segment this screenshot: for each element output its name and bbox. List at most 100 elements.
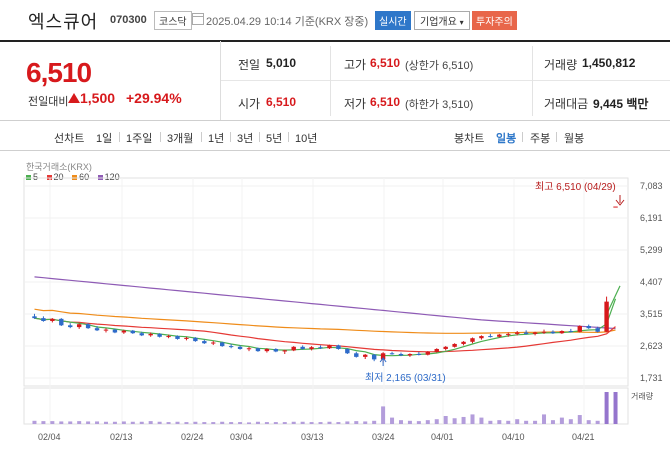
period-1w[interactable]: 1주일 xyxy=(126,130,152,146)
period-1d[interactable]: 1일 xyxy=(96,130,112,146)
amount-value: 9,445 백만 xyxy=(593,97,649,111)
candle-body xyxy=(157,333,162,337)
volume-bar xyxy=(130,421,135,424)
volume-bar xyxy=(577,415,582,424)
period-5y[interactable]: 5년 xyxy=(266,130,282,146)
volume-bar xyxy=(354,421,359,424)
candle-body xyxy=(532,332,538,334)
quote-col-divider xyxy=(532,46,533,116)
legend-swatch xyxy=(26,175,31,181)
y-tick-label: 1,731 xyxy=(640,373,663,383)
legend-ma20: 20 xyxy=(46,172,64,182)
candle-body xyxy=(112,329,118,333)
candle-body xyxy=(470,338,475,342)
volume-bar xyxy=(372,420,377,424)
period-sep xyxy=(230,132,231,142)
candle-body xyxy=(398,354,404,356)
candle-body xyxy=(416,354,422,355)
volume-bar xyxy=(112,421,117,424)
volume-bar xyxy=(32,420,37,424)
legend-ma20-label: 20 xyxy=(53,172,64,182)
candle-body xyxy=(407,354,413,356)
quote-col-divider xyxy=(330,46,331,116)
candle-body xyxy=(166,336,171,338)
volume-bar xyxy=(497,420,502,424)
min-price-label: 최저 2,165 (03/31) xyxy=(365,372,446,384)
x-tick-label: 02/04 xyxy=(38,432,61,442)
candle-body xyxy=(76,324,82,328)
realtime-button[interactable]: 실시간 xyxy=(375,11,411,30)
candle-body xyxy=(41,318,46,321)
min-arrow-icon xyxy=(379,357,387,366)
calendar-icon xyxy=(192,13,204,25)
candle-body xyxy=(541,331,547,333)
period-3y[interactable]: 3년 xyxy=(237,130,253,146)
candle-body xyxy=(550,331,556,334)
candle-body xyxy=(139,333,144,336)
volume-bar xyxy=(568,419,573,424)
y-tick-label: 7,083 xyxy=(640,181,663,191)
volume-bar xyxy=(247,422,252,424)
candle-body xyxy=(479,336,484,339)
ma120-line xyxy=(34,276,616,330)
y-tick-label: 2,623 xyxy=(640,341,663,351)
candle-body xyxy=(327,345,332,349)
candle-monthly[interactable]: 월봉 xyxy=(564,130,584,146)
volume-bar xyxy=(407,420,412,424)
ma60-line xyxy=(34,308,616,334)
volume-bar xyxy=(166,422,171,424)
period-3m[interactable]: 3개월 xyxy=(167,130,193,146)
volume-bar xyxy=(515,419,520,424)
change-label: 전일대비 xyxy=(28,96,69,108)
volume-bar xyxy=(390,417,395,424)
volume-bar xyxy=(86,421,91,424)
candle-body xyxy=(264,348,270,352)
x-tick-label: 02/24 xyxy=(181,432,204,442)
legend-swatch xyxy=(46,175,52,181)
volume-bar xyxy=(148,421,153,424)
upper-limit-note: (상한가 6,510) xyxy=(405,60,474,72)
candle-body xyxy=(309,347,314,349)
x-tick-label: 02/13 xyxy=(110,432,133,442)
candle-body xyxy=(461,341,466,344)
high-label: 고가 xyxy=(344,58,367,72)
company-overview-dropdown[interactable]: 기업개요 ▾ xyxy=(414,11,470,30)
volume-bar xyxy=(255,421,260,424)
period-10y[interactable]: 10년 xyxy=(295,130,317,146)
volume-bar xyxy=(506,420,511,424)
candle-body xyxy=(121,330,127,333)
ma20-line xyxy=(34,317,616,353)
candle-body xyxy=(237,346,243,349)
candle-weekly[interactable]: 주봉 xyxy=(530,130,550,146)
volume-bar xyxy=(50,421,55,424)
chart-axes: 7,083 6,191 5,299 4,407 3,515 2,623 1,731 최고 6,… xyxy=(38,181,663,442)
investment-caution-badge[interactable]: 투자주의 xyxy=(472,11,517,30)
volume-bar xyxy=(398,420,403,424)
ma5-line xyxy=(34,298,617,357)
candle-body xyxy=(506,333,511,335)
candle-daily[interactable]: 일봉 xyxy=(496,130,516,146)
volume-bar xyxy=(184,422,189,424)
volume-bar xyxy=(479,417,484,424)
stock-code: 070300 xyxy=(110,14,147,26)
candle-body xyxy=(50,318,55,321)
volume-bar xyxy=(211,422,216,424)
market-badge: 코스닥 xyxy=(154,11,192,30)
chart-grid xyxy=(23,177,629,425)
volume-bar xyxy=(336,422,341,424)
y-tick-label: 3,515 xyxy=(640,309,663,319)
volume-bar xyxy=(121,421,126,424)
volume-bar xyxy=(238,422,243,424)
current-price: 6,510 xyxy=(26,57,92,88)
volume-bar xyxy=(452,418,457,424)
volume-bar xyxy=(220,421,225,424)
y-tick-label: 5,299 xyxy=(640,245,663,255)
amount-label: 거래대금 xyxy=(544,97,589,111)
prev-close-label: 전일 xyxy=(238,58,261,72)
max-arrow-icon xyxy=(615,195,625,206)
period-1y[interactable]: 1년 xyxy=(208,130,224,146)
volume-bar xyxy=(59,421,64,424)
open-label: 시가 xyxy=(238,97,261,111)
volume-bar xyxy=(443,416,448,424)
legend-ma5-label: 5 xyxy=(33,172,39,182)
